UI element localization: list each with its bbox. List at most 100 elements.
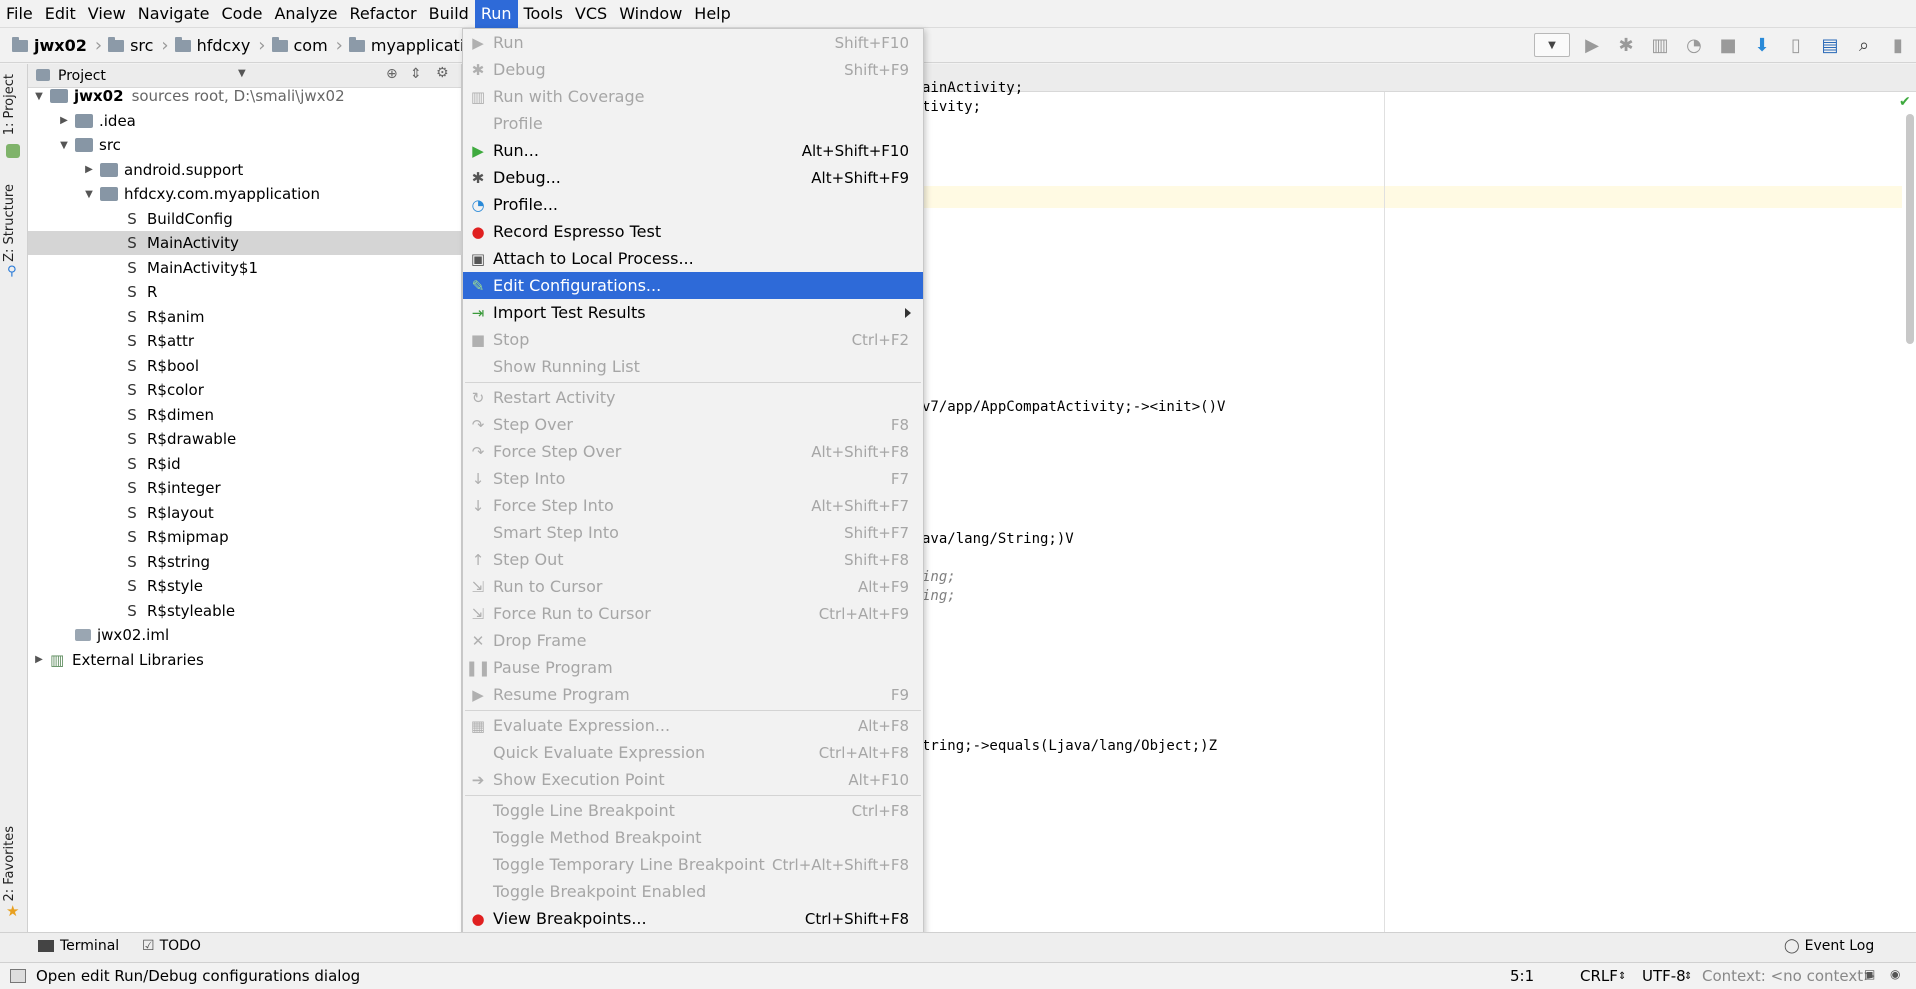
menu-edit[interactable]: Edit bbox=[39, 0, 82, 28]
menu-item-record-espresso-test[interactable]: ● Record Espresso Test bbox=[463, 218, 923, 245]
tree-item[interactable]: jwx02.iml bbox=[28, 623, 462, 647]
menu-item-restart-activity[interactable]: ↻ Restart Activity bbox=[463, 384, 923, 411]
stop-icon[interactable]: ■ bbox=[1716, 33, 1740, 57]
tree-item[interactable]: ▼ hfdcxy.com.myapplication bbox=[28, 182, 462, 206]
tree-item[interactable]: S R$attr bbox=[28, 329, 462, 353]
tree-item[interactable]: S R$drawable bbox=[28, 427, 462, 451]
debug-icon[interactable]: ✱ bbox=[1614, 33, 1638, 57]
tree-item[interactable]: S R$color bbox=[28, 378, 462, 402]
menu-item-stop[interactable]: ■ Stop Ctrl+F2 bbox=[463, 326, 923, 353]
scroll-from-source-icon[interactable]: ⊕ bbox=[386, 66, 398, 82]
menu-refactor[interactable]: Refactor bbox=[344, 0, 423, 28]
run-icon[interactable]: ▶ bbox=[1580, 33, 1604, 57]
menu-item-step-into[interactable]: ↓ Step Into F7 bbox=[463, 465, 923, 492]
tree-item[interactable]: S R$integer bbox=[28, 476, 462, 500]
menu-item-force-step-over[interactable]: ↷ Force Step Over Alt+Shift+F8 bbox=[463, 438, 923, 465]
account-icon[interactable]: ▮ bbox=[1886, 33, 1910, 57]
menu-item-resume-program[interactable]: ▶ Resume Program F9 bbox=[463, 681, 923, 708]
expand-arrow-icon[interactable]: ▼ bbox=[57, 140, 71, 151]
event-log-tab[interactable]: ◯ Event Log bbox=[1784, 938, 1874, 954]
todo-tab[interactable]: ☑ TODO bbox=[142, 938, 201, 954]
menu-item-evaluate-expression[interactable]: ▦ Evaluate Expression... Alt+F8 bbox=[463, 712, 923, 739]
menu-item-edit-configurations[interactable]: ✎ Edit Configurations... bbox=[463, 272, 923, 299]
menu-vcs[interactable]: VCS bbox=[569, 0, 613, 28]
terminal-tab[interactable]: Terminal bbox=[38, 938, 119, 954]
menu-build[interactable]: Build bbox=[423, 0, 475, 28]
menu-item-step-out[interactable]: ↑ Step Out Shift+F8 bbox=[463, 546, 923, 573]
menu-item-pause-program[interactable]: ❚❚ Pause Program bbox=[463, 654, 923, 681]
tree-item[interactable]: S R$style bbox=[28, 574, 462, 598]
menu-item-profile[interactable]: Profile bbox=[463, 110, 923, 137]
tree-item[interactable]: S MainActivity bbox=[28, 231, 462, 255]
menu-help[interactable]: Help bbox=[688, 0, 736, 28]
tree-item[interactable]: S R$id bbox=[28, 452, 462, 476]
context-indicator[interactable]: Context: <no context> bbox=[1702, 967, 1876, 985]
collapse-arrow-icon[interactable]: ▶ bbox=[82, 164, 96, 175]
menu-item-debug[interactable]: ✱ Debug Shift+F9 bbox=[463, 56, 923, 83]
menu-run[interactable]: Run bbox=[474, 0, 518, 28]
menu-item-run-to-cursor[interactable]: ⇲ Run to Cursor Alt+F9 bbox=[463, 573, 923, 600]
avd-manager-icon[interactable]: ▯ bbox=[1784, 33, 1808, 57]
menu-item-quick-evaluate-expression[interactable]: Quick Evaluate Expression Ctrl+Alt+F8 bbox=[463, 739, 923, 766]
tree-item[interactable]: ▶ .idea bbox=[28, 109, 462, 133]
coverage-icon[interactable]: ▥ bbox=[1648, 33, 1672, 57]
collapse-arrow-icon[interactable]: ▶ bbox=[57, 115, 71, 126]
caret-position[interactable]: 5:1 bbox=[1510, 967, 1534, 985]
expand-arrow-icon[interactable]: ▼ bbox=[32, 91, 46, 102]
menu-window[interactable]: Window bbox=[613, 0, 688, 28]
tree-item[interactable]: S R$styleable bbox=[28, 599, 462, 623]
run-config-combo[interactable]: ▼ bbox=[1534, 33, 1570, 57]
menu-item-run[interactable]: ▶ Run... Alt+Shift+F10 bbox=[463, 137, 923, 164]
collapse-all-icon[interactable]: ⇕ bbox=[410, 66, 422, 82]
view-selector-chevron-icon[interactable]: ▼ bbox=[238, 68, 246, 79]
tree-item[interactable]: ▼ src bbox=[28, 133, 462, 157]
menu-item-show-execution-point[interactable]: ➔ Show Execution Point Alt+F10 bbox=[463, 766, 923, 793]
menu-file[interactable]: File bbox=[0, 0, 39, 28]
tree-item[interactable]: S R$dimen bbox=[28, 403, 462, 427]
menu-item-profile[interactable]: ◔ Profile... bbox=[463, 191, 923, 218]
menu-view[interactable]: View bbox=[82, 0, 132, 28]
tree-item[interactable]: S R$string bbox=[28, 550, 462, 574]
menu-item-debug[interactable]: ✱ Debug... Alt+Shift+F9 bbox=[463, 164, 923, 191]
tree-item[interactable]: S R$anim bbox=[28, 305, 462, 329]
breadcrumb-item[interactable]: src › bbox=[108, 35, 169, 56]
tree-item[interactable]: S MainActivity$1 bbox=[28, 256, 462, 280]
tab-structure[interactable]: Z: Structure bbox=[2, 184, 17, 262]
menu-item-drop-frame[interactable]: ✕ Drop Frame bbox=[463, 627, 923, 654]
search-icon[interactable]: ⌕ bbox=[1852, 33, 1876, 57]
tree-item[interactable]: ▶ android.support bbox=[28, 158, 462, 182]
settings-gear-icon[interactable]: ⚙ bbox=[436, 65, 449, 81]
menu-item-run-with-coverage[interactable]: ▥ Run with Coverage bbox=[463, 83, 923, 110]
menu-item-view-breakpoints[interactable]: ● View Breakpoints... Ctrl+Shift+F8 bbox=[463, 905, 923, 932]
menu-item-toggle-method-breakpoint[interactable]: Toggle Method Breakpoint bbox=[463, 824, 923, 851]
file-encoding[interactable]: UTF-8 bbox=[1642, 967, 1686, 985]
menu-item-import-test-results[interactable]: ⇥ Import Test Results bbox=[463, 299, 923, 326]
menu-tools[interactable]: Tools bbox=[518, 0, 569, 28]
menu-item-show-running-list[interactable]: Show Running List bbox=[463, 353, 923, 380]
tab-project[interactable]: 1: Project bbox=[2, 74, 17, 135]
menu-item-run[interactable]: ▶ Run Shift+F10 bbox=[463, 29, 923, 56]
expand-arrow-icon[interactable]: ▼ bbox=[82, 189, 96, 200]
profiler-icon[interactable]: ◔ bbox=[1682, 33, 1706, 57]
tree-item[interactable]: S R$layout bbox=[28, 501, 462, 525]
menu-navigate[interactable]: Navigate bbox=[132, 0, 216, 28]
tree-item[interactable]: S R$bool bbox=[28, 354, 462, 378]
tree-item[interactable]: S R$mipmap bbox=[28, 525, 462, 549]
breadcrumb-item[interactable]: com › bbox=[271, 35, 343, 56]
menu-code[interactable]: Code bbox=[216, 0, 269, 28]
project-structure-icon[interactable]: ▤ bbox=[1818, 33, 1842, 57]
tree-item[interactable]: S BuildConfig bbox=[28, 207, 462, 231]
menu-item-toggle-breakpoint-enabled[interactable]: Toggle Breakpoint Enabled bbox=[463, 878, 923, 905]
menu-item-smart-step-into[interactable]: Smart Step Into Shift+F7 bbox=[463, 519, 923, 546]
menu-item-toggle-line-breakpoint[interactable]: Toggle Line Breakpoint Ctrl+F8 bbox=[463, 797, 923, 824]
breadcrumb-item[interactable]: hfdcxy › bbox=[174, 35, 266, 56]
menu-item-force-run-to-cursor[interactable]: ⇲ Force Run to Cursor Ctrl+Alt+F9 bbox=[463, 600, 923, 627]
tree-item[interactable]: ▼ jwx02 sources root, D:\smali\jwx02 bbox=[28, 84, 462, 108]
menu-item-step-over[interactable]: ↷ Step Over F8 bbox=[463, 411, 923, 438]
menu-item-attach-to-local-process[interactable]: ▣ Attach to Local Process... bbox=[463, 245, 923, 272]
line-separator[interactable]: CRLF bbox=[1580, 967, 1618, 985]
tree-item[interactable]: SR bbox=[28, 280, 462, 304]
tool-windows-toggle-icon[interactable] bbox=[10, 969, 26, 983]
project-view-label[interactable]: Project bbox=[58, 68, 106, 84]
inspector-icon[interactable]: ◉ bbox=[1890, 967, 1900, 981]
